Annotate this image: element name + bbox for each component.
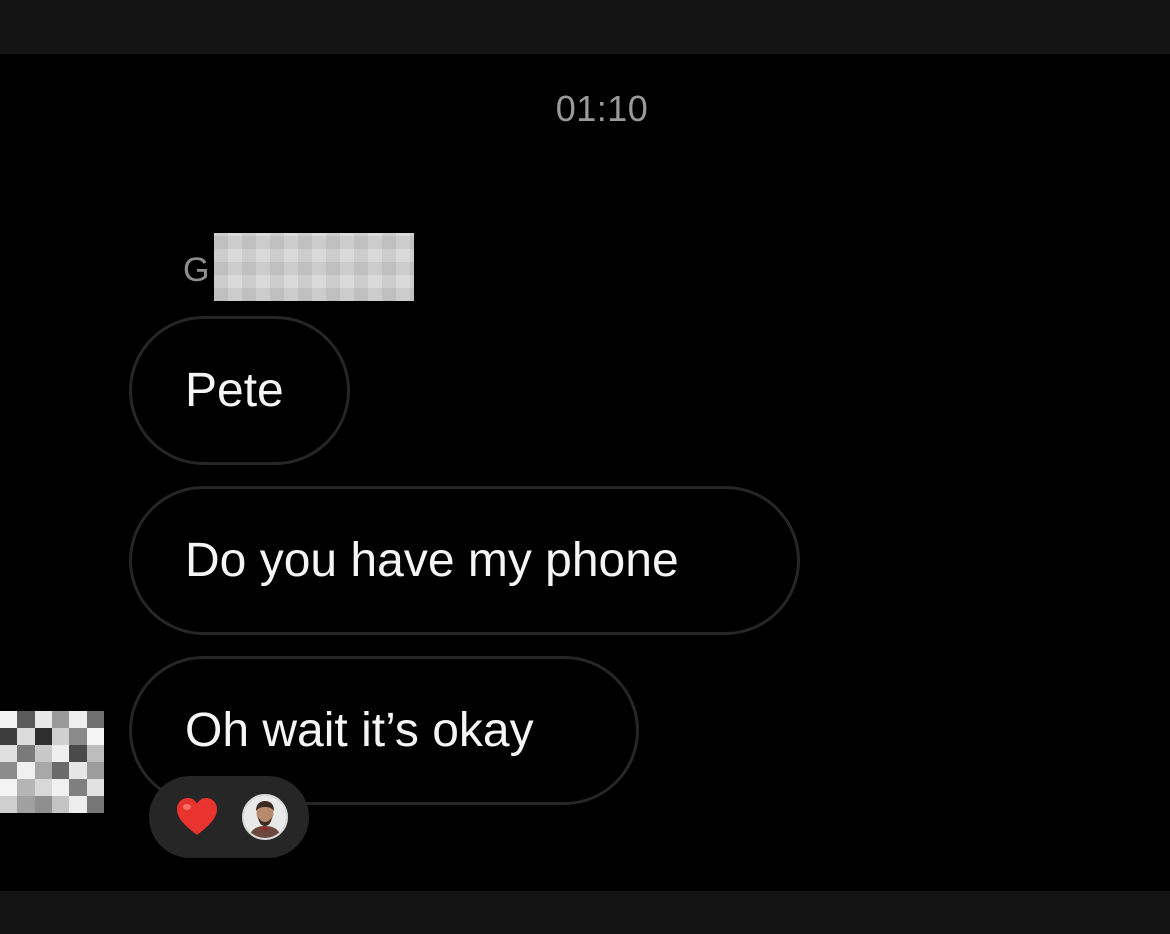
sender-avatar-redacted[interactable] (0, 711, 104, 813)
mosaic-cell (86, 728, 104, 745)
heart-icon (177, 798, 217, 835)
mosaic-cell (86, 711, 104, 728)
sender-name-redaction (214, 233, 414, 301)
mosaic-cell (0, 796, 18, 813)
mosaic-cell (34, 745, 52, 762)
mosaic-cell (86, 779, 104, 796)
mosaic-cell (34, 711, 52, 728)
mosaic-cell (52, 779, 70, 796)
bottom-bar (0, 891, 1170, 934)
mosaic-cell (69, 762, 87, 779)
message-bubble[interactable]: Pete (129, 316, 350, 465)
mosaic-cell (17, 796, 35, 813)
mosaic-cell (0, 711, 18, 728)
mosaic-cell (52, 745, 70, 762)
mosaic-cell (86, 762, 104, 779)
message-bubble[interactable]: Do you have my phone (129, 486, 800, 635)
message-timestamp: 01:10 (555, 88, 649, 129)
mosaic-cell (52, 796, 70, 813)
top-bar (0, 0, 1170, 54)
mosaic-cell (69, 745, 87, 762)
reaction-pill[interactable] (149, 776, 309, 858)
mosaic-cell (69, 711, 87, 728)
mosaic-cell (0, 745, 18, 762)
reactor-avatar[interactable] (242, 794, 288, 840)
mosaic-cell (0, 762, 18, 779)
mosaic-cell (69, 728, 87, 745)
mosaic-cell (34, 779, 52, 796)
message-text: Oh wait it’s okay (185, 703, 534, 757)
mosaic-cell (86, 745, 104, 762)
mosaic-cell (0, 728, 18, 745)
mosaic-cell (34, 762, 52, 779)
message-text: Do you have my phone (185, 533, 679, 587)
mosaic-cell (69, 779, 87, 796)
mosaic-cell (52, 762, 70, 779)
mosaic-cell (0, 779, 18, 796)
person-avatar-icon (244, 796, 286, 838)
message-text: Pete (185, 363, 284, 417)
mosaic-cell (69, 796, 87, 813)
sender-name: G (183, 251, 210, 289)
mosaic-cell (34, 728, 52, 745)
mosaic-cell (17, 745, 35, 762)
mosaic-cell (17, 779, 35, 796)
mosaic-cell (86, 796, 104, 813)
mosaic-cell (52, 728, 70, 745)
mosaic-cell (34, 796, 52, 813)
mosaic-cell (52, 711, 70, 728)
mosaic-cell (17, 728, 35, 745)
mosaic-cell (17, 762, 35, 779)
mosaic-cell (17, 711, 35, 728)
